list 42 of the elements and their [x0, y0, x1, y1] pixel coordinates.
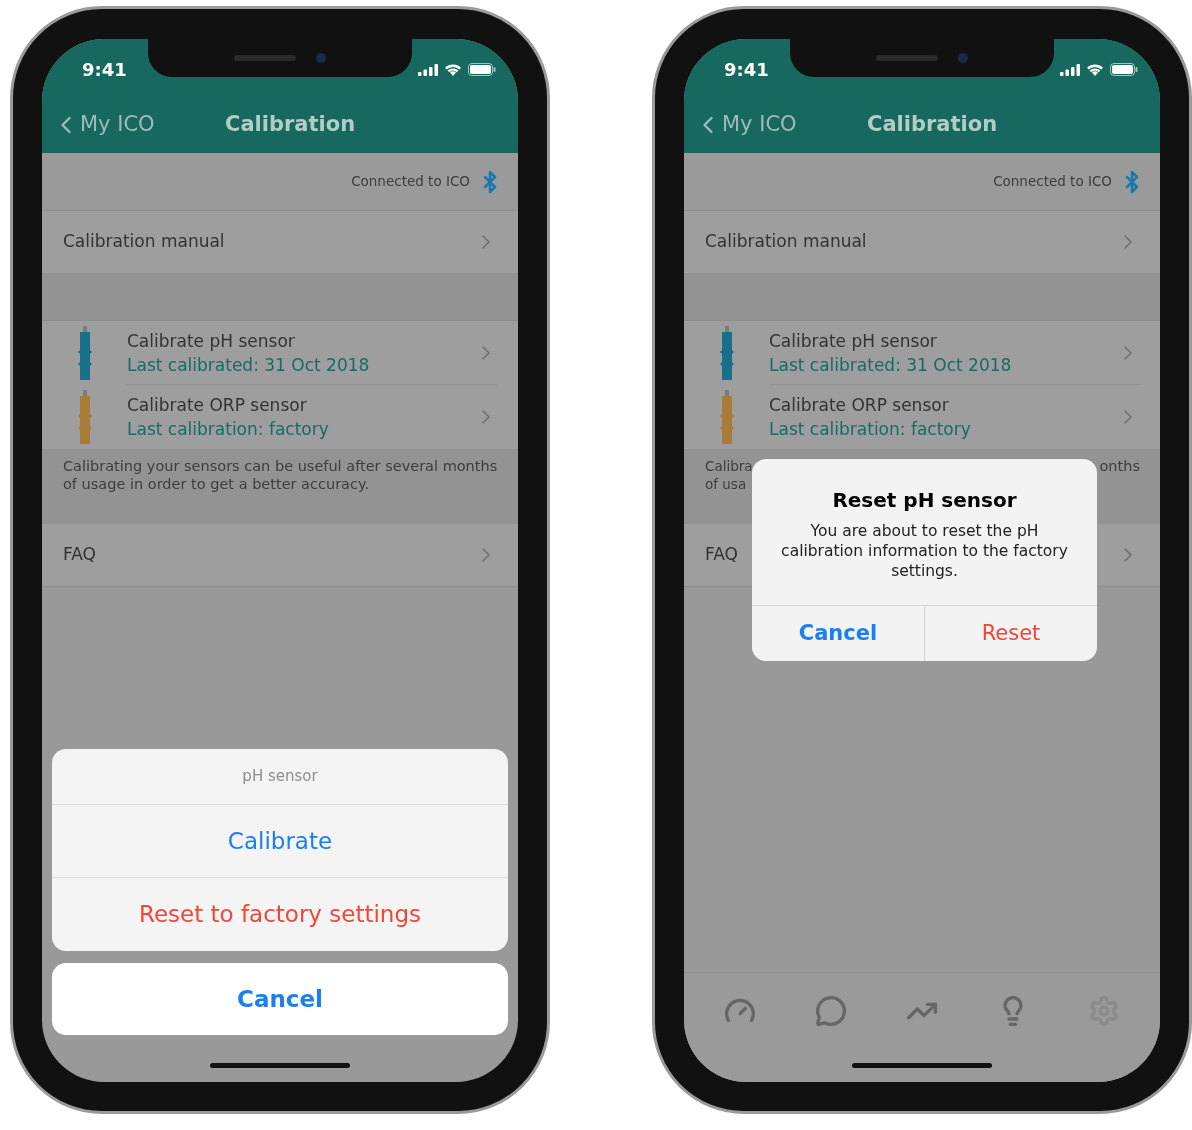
cancel-button[interactable]: Cancel — [52, 963, 508, 1035]
status-time: 9:41 — [82, 58, 127, 82]
sensor-subtitle: Last calibration: factory — [127, 418, 330, 441]
sensor-title: Calibrate ORP sensor — [127, 394, 308, 417]
list-row[interactable]: FAQ — [42, 524, 518, 587]
back-button[interactable]: My ICO — [694, 108, 797, 141]
info-note: Calibrating your sensors can be useful after several months of usage in order to get a better accuracy. — [63, 457, 498, 493]
connection-status: Connected to ICO — [993, 172, 1112, 192]
list-row[interactable]: Calibration manual — [42, 211, 518, 273]
signal-icon — [418, 63, 438, 76]
alert-button[interactable]: Reset — [924, 606, 1097, 661]
battery-icon — [468, 63, 496, 76]
action-sheet-title: pH sensor — [242, 766, 318, 788]
nav-title: Calibration — [867, 110, 998, 138]
sensor-row[interactable]: Calibrate pH sensor Last calibrated: 31 Oct 2018 — [42, 321, 518, 385]
info-note: of usa — [705, 475, 748, 493]
sensor-row[interactable]: Calibrate pH sensor Last calibrated: 31 Oct 2018 — [684, 321, 1160, 385]
info-note: Calibra — [705, 457, 753, 475]
sensor-row[interactable]: Calibrate ORP sensor Last calibration: factory — [684, 385, 1160, 449]
wifi-icon — [444, 63, 462, 76]
status-time: 9:41 — [724, 58, 769, 82]
connection-status: Connected to ICO — [351, 172, 470, 192]
sensor-row[interactable]: Calibrate ORP sensor Last calibration: factory — [42, 385, 518, 449]
alert-button[interactable]: Cancel — [752, 606, 924, 661]
alert-title: Reset pH sensor — [832, 487, 1017, 514]
battery-icon — [1110, 63, 1138, 76]
action-sheet-option[interactable]: Reset to factory settings — [52, 878, 508, 951]
nav-title: Calibration — [225, 110, 356, 138]
info-note: onths — [1099, 457, 1140, 475]
sensor-subtitle: Last calibrated: 31 Oct 2018 — [769, 353, 1013, 377]
list-row[interactable]: Calibration manual — [684, 211, 1160, 273]
signal-icon — [1060, 63, 1080, 76]
sensor-title: Calibrate pH sensor — [127, 329, 296, 353]
wifi-icon — [1086, 63, 1104, 76]
alert-message: You are about to reset the pH calibration information to the factory settings. — [780, 521, 1069, 581]
sensor-title: Calibrate pH sensor — [769, 329, 938, 353]
action-sheet-option[interactable]: Calibrate — [52, 805, 508, 878]
sensor-subtitle: Last calibrated: 31 Oct 2018 — [127, 353, 371, 377]
back-button[interactable]: My ICO — [52, 108, 155, 141]
sensor-title: Calibrate ORP sensor — [769, 394, 950, 417]
sensor-subtitle: Last calibration: factory — [769, 418, 972, 441]
chat-bubble-icon — [814, 995, 847, 1027]
